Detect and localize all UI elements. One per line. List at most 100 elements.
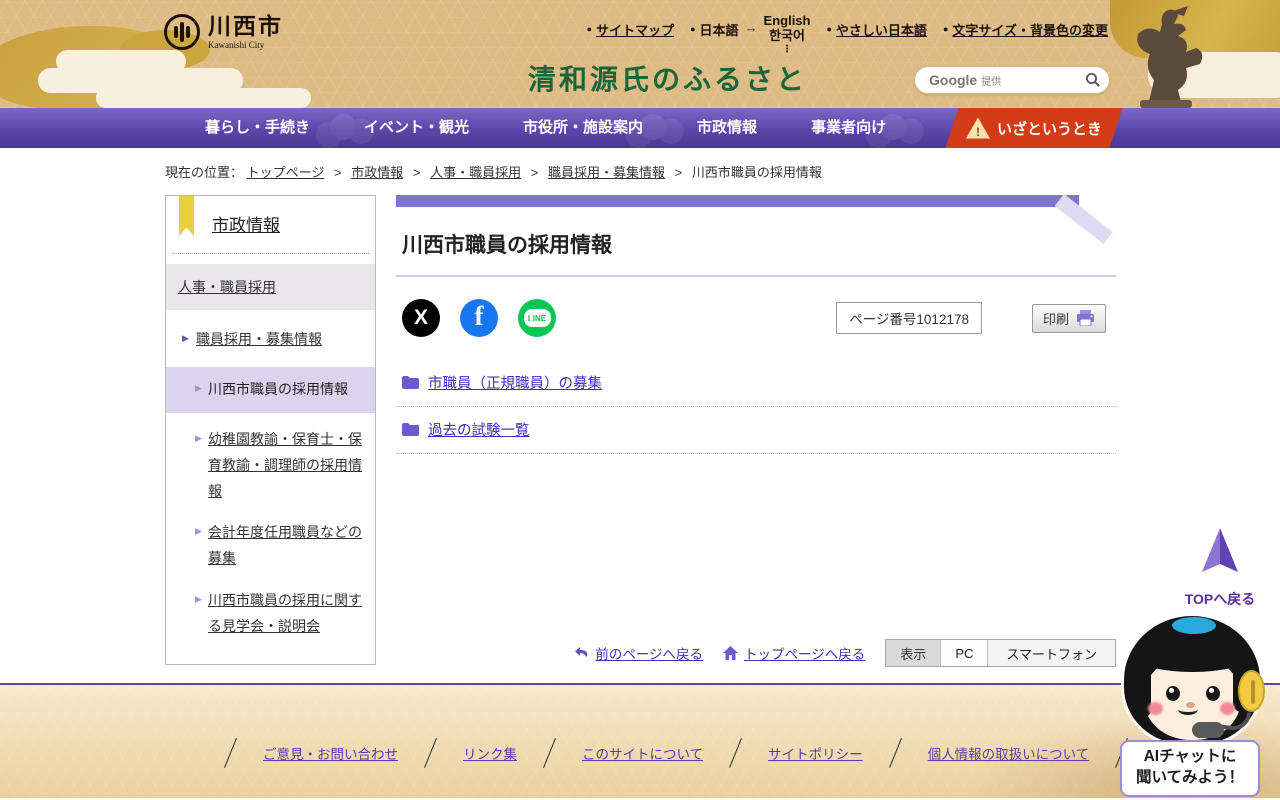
sidebar-section-link[interactable]: 人事・職員採用	[178, 279, 276, 295]
warning-icon: !	[965, 117, 990, 139]
view-switch-smartphone[interactable]: スマートフォン	[987, 640, 1115, 666]
emergency-label: いざというとき	[996, 120, 1102, 138]
easy-japanese-link[interactable]: やさしい日本語	[836, 20, 927, 39]
nav-item-shisei[interactable]: 市政情報	[670, 108, 784, 148]
content-bottom-nav: 前のページへ戻る トップページへ戻る 表示 PC スマートフォン	[574, 639, 1116, 667]
slash-divider	[543, 737, 556, 769]
sidebar-item-kengakukai[interactable]: ▶ 川西市職員の採用に関する見学会・説明会	[166, 574, 375, 642]
view-switch-label: 表示	[886, 640, 941, 666]
share-row: X f LINE ページ番号1012178 印刷	[396, 299, 1116, 337]
language-korean-link[interactable]: 한국어	[769, 28, 805, 44]
triangle-icon: ▶	[195, 594, 202, 605]
nav-item-shiyakusho[interactable]: 市役所・施設案内	[496, 108, 670, 148]
mascot-bangs	[1140, 646, 1245, 672]
sidebar-section-jinji[interactable]: 人事・職員採用	[166, 264, 375, 310]
content-accent-bar	[396, 194, 1113, 244]
x-icon: X	[413, 306, 428, 329]
page-title: 川西市職員の採用情報	[396, 207, 1116, 277]
nav-item-event[interactable]: イベント・観光	[337, 108, 496, 148]
view-switch-pc[interactable]: PC	[940, 640, 988, 666]
mascot-eye	[1166, 686, 1180, 701]
sitemap-link-item: ● サイトマップ	[587, 20, 674, 39]
bullet-icon: ●	[826, 24, 832, 34]
main-area: 現在の位置： トップページ > 市政情報 > 人事・職員採用 > 職員採用・募集…	[0, 148, 1280, 685]
breadcrumb-link-jinji[interactable]: 人事・職員採用	[430, 165, 521, 180]
more-languages-icon[interactable]: ⋮	[782, 44, 792, 56]
line-icon: LINE	[523, 309, 551, 327]
sidebar-item-yochien[interactable]: ▶ 幼稚園教諭・保育士・保育教諭・調理師の採用情報	[166, 413, 375, 507]
sidebar: 市政情報 人事・職員採用 ▶ 職員採用・募集情報 ▶ 川西市職員の採用情報 ▶ …	[165, 195, 376, 666]
top-page-link[interactable]: トップページへ戻る	[744, 643, 865, 663]
footer-link-policy[interactable]: サイトポリシー	[768, 743, 863, 763]
previous-page-link-item: 前のページへ戻る	[574, 643, 703, 663]
language-current: 日本語	[699, 23, 739, 38]
samurai-statue-image	[1110, 2, 1230, 108]
sidebar-item-label: 川西市職員の採用情報	[208, 380, 348, 397]
content: 川西市職員の採用情報 X f LINE ページ番号1012178 印刷 市職員（…	[396, 194, 1116, 677]
sidebar-item-label[interactable]: 川西市職員の採用に関する見学会・説明会	[208, 592, 362, 634]
slash-divider	[424, 737, 437, 769]
text-size-background-link[interactable]: 文字サイズ・背景色の変更	[952, 20, 1108, 39]
nav-item-jigyosha[interactable]: 事業者向け	[784, 108, 913, 148]
site-logo[interactable]: 川西市 Kawanishi City	[164, 14, 283, 50]
breadcrumb-separator: >	[412, 165, 421, 180]
folder-icon	[402, 376, 419, 389]
bubble-line-1: AIチャットに	[1143, 748, 1237, 765]
breadcrumb-link-saiyo[interactable]: 職員採用・募集情報	[548, 165, 665, 180]
previous-page-link[interactable]: 前のページへ戻る	[595, 643, 703, 663]
easy-japanese-link-item: ● やさしい日本語	[826, 20, 926, 39]
ai-chat-mascot-button[interactable]: AIチャットに 聞いてみよう！	[1120, 616, 1265, 797]
sidebar-item-current-saiyo-joho[interactable]: ▶ 川西市職員の採用情報	[166, 366, 375, 413]
site-search-box[interactable]: Google 提供	[914, 66, 1110, 94]
city-name-en: Kawanishi City	[208, 39, 265, 50]
back-to-top-button[interactable]: TOPへ戻る	[1184, 528, 1256, 609]
slash-divider	[224, 737, 237, 769]
bullet-icon: ●	[690, 24, 696, 34]
sidebar-item-kaikei-nendo[interactable]: ▶ 会計年度任用職員などの募集	[166, 506, 375, 574]
search-icon[interactable]	[1085, 72, 1101, 88]
nav-item-kurashi[interactable]: 暮らし・手続き	[178, 108, 337, 148]
footer-link-links[interactable]: リンク集	[463, 743, 517, 763]
sidebar-item-label[interactable]: 職員採用・募集情報	[196, 331, 322, 347]
breadcrumb-link-top[interactable]: トップページ	[247, 165, 325, 180]
mascot-speech-bubble: AIチャットに 聞いてみよう！	[1120, 740, 1260, 797]
city-crest-icon	[164, 14, 200, 50]
doc-link[interactable]: 市職員（正規職員）の募集	[428, 372, 602, 393]
global-nav: 暮らし・手続き イベント・観光 市役所・施設案内 市政情報 事業者向け ! いざ…	[0, 108, 1280, 148]
top-page-link-item: トップページへ戻る	[723, 643, 865, 663]
sitemap-link[interactable]: サイトマップ	[596, 20, 674, 39]
mascot-eye	[1206, 686, 1220, 701]
footer-link-about[interactable]: このサイトについて	[582, 743, 703, 763]
breadcrumb-current: 川西市職員の採用情報	[691, 165, 822, 180]
list-item[interactable]: 過去の試験一覧	[396, 410, 1116, 454]
footer-link-contact[interactable]: ご意見・お問い合わせ	[263, 743, 398, 763]
triangle-icon: ▶	[195, 432, 202, 443]
breadcrumb-link-shisei[interactable]: 市政情報	[351, 165, 403, 180]
search-provided-label: 提供	[981, 76, 1002, 88]
sidebar-item-boshu-joho[interactable]: ▶ 職員採用・募集情報	[166, 310, 375, 355]
mascot-headset-mic	[1192, 722, 1224, 738]
sidebar-item-label[interactable]: 幼稚園教諭・保育士・保育教諭・調理師の採用情報	[208, 431, 362, 499]
doc-link[interactable]: 過去の試験一覧	[428, 419, 530, 440]
breadcrumb-separator: >	[334, 165, 342, 180]
facebook-share-button[interactable]: f	[460, 299, 498, 337]
arrow-right-icon: →	[744, 20, 758, 35]
list-item[interactable]: 市職員（正規職員）の募集	[396, 363, 1116, 407]
language-switcher: ● 日本語 → English 한국어 ⋮	[690, 13, 810, 56]
line-share-button[interactable]: LINE	[518, 299, 556, 337]
language-english-link[interactable]: English	[764, 13, 811, 29]
print-label: 印刷	[1042, 311, 1069, 327]
print-button[interactable]: 印刷	[1031, 303, 1106, 333]
google-logo: Google	[929, 72, 978, 88]
triangle-icon: ▶	[182, 333, 189, 343]
back-to-top-label: TOPへ戻る	[1184, 591, 1256, 607]
breadcrumb-separator: >	[674, 165, 683, 180]
mascot-mouth	[1178, 704, 1198, 715]
x-share-button[interactable]: X	[402, 299, 440, 337]
back-to-top-arrow-icon	[1202, 528, 1238, 572]
sidebar-title-link[interactable]: 市政情報	[212, 216, 280, 235]
site-header: 川西市 Kawanishi City ● サイトマップ ● 日本語 → Engl…	[0, 0, 1280, 108]
nav-item-emergency[interactable]: ! いざというとき	[952, 108, 1116, 148]
sidebar-item-label[interactable]: 会計年度任用職員などの募集	[208, 524, 362, 566]
breadcrumb-separator: >	[530, 165, 539, 180]
